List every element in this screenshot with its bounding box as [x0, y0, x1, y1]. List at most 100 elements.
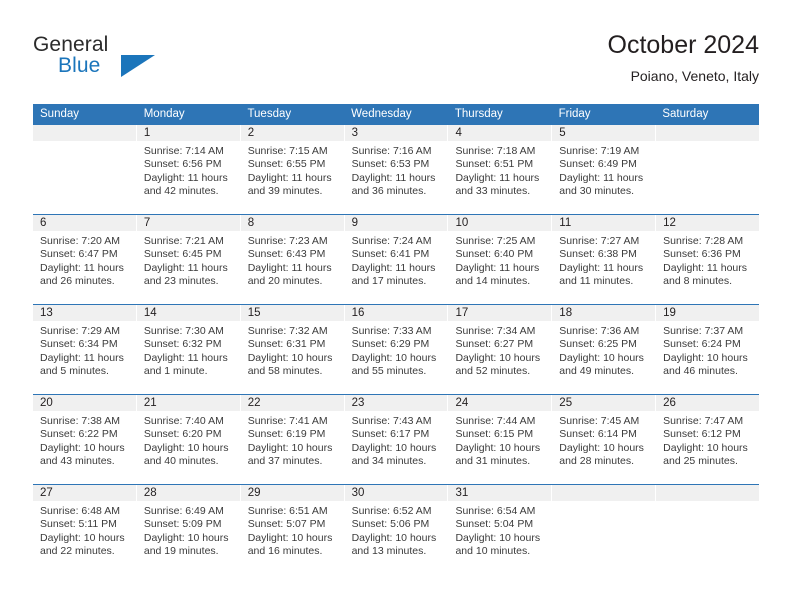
daylight-duration-line1: Daylight: 11 hours: [663, 261, 748, 274]
sunrise-time: Sunrise: 7:38 AM: [40, 415, 120, 427]
day-number: [656, 485, 760, 501]
day-number: 16: [344, 305, 448, 321]
calendar-day-cell[interactable]: 20 Sunrise: 7:38 AM Sunset: 6:22 PM Dayligh…: [33, 395, 137, 484]
daylight-duration-line2: and 13 minutes.: [351, 545, 427, 558]
day-number: 5: [552, 125, 656, 141]
sunset-time: Sunset: 6:27 PM: [455, 338, 534, 351]
sunset-time: Sunset: 6:43 PM: [247, 248, 326, 261]
calendar-day-cell[interactable]: 15 Sunrise: 7:32 AM Sunset: 6:31 PM Dayligh…: [240, 305, 345, 394]
sunrise-time: Sunrise: 7:21 AM: [143, 235, 224, 247]
daylight-duration-line2: and 33 minutes.: [455, 185, 531, 198]
calendar-day-cell-empty: [656, 485, 760, 574]
general-blue-logo[interactable]: General Blue: [33, 33, 155, 85]
page-subtitle: Poiano, Veneto, Italy: [630, 68, 759, 84]
daylight-duration-line1: Daylight: 10 hours: [351, 351, 437, 364]
day-number: 27: [33, 485, 136, 501]
daylight-duration-line2: and 36 minutes.: [351, 185, 427, 198]
day-details: Sunrise: 7:38 AM Sunset: 6:22 PM Daylight:…: [33, 411, 136, 469]
day-details: Sunrise: 7:28 AM Sunset: 6:36 PM Daylight:…: [656, 231, 759, 289]
day-number: 25: [552, 395, 656, 411]
sunset-time: Sunset: 6:36 PM: [663, 248, 741, 261]
sunrise-time: Sunrise: 7:27 AM: [559, 235, 640, 247]
daylight-duration-line1: Daylight: 11 hours: [40, 351, 124, 364]
calendar-day-cell[interactable]: 28 Sunrise: 6:49 AM Sunset: 5:09 PM Dayligh…: [136, 485, 241, 574]
day-details: Sunrise: 7:15 AM Sunset: 6:55 PM Daylight:…: [241, 141, 344, 199]
daylight-duration-line2: and 31 minutes.: [455, 455, 531, 468]
calendar-day-cell[interactable]: 9 Sunrise: 7:24 AM Sunset: 6:41 PM Daylight…: [344, 215, 449, 304]
daylight-duration-line1: Daylight: 11 hours: [455, 171, 540, 184]
day-number: 4: [448, 125, 552, 141]
sunrise-time: Sunrise: 6:54 AM: [455, 505, 536, 517]
calendar-day-cell[interactable]: 2 Sunrise: 7:15 AM Sunset: 6:55 PM Daylight…: [240, 125, 345, 214]
calendar-day-cell[interactable]: 7 Sunrise: 7:21 AM Sunset: 6:45 PM Daylight…: [136, 215, 241, 304]
sunrise-time: Sunrise: 6:49 AM: [143, 505, 224, 517]
day-number: 31: [448, 485, 552, 501]
sunrise-time: Sunrise: 7:36 AM: [559, 325, 640, 337]
calendar-day-cell[interactable]: 1 Sunrise: 7:14 AM Sunset: 6:56 PM Daylight…: [136, 125, 241, 214]
sunrise-time: Sunrise: 7:24 AM: [351, 235, 432, 247]
calendar-day-cell[interactable]: 31 Sunrise: 6:54 AM Sunset: 5:04 PM Dayligh…: [448, 485, 553, 574]
calendar-day-cell[interactable]: 24 Sunrise: 7:44 AM Sunset: 6:15 PM Dayligh…: [448, 395, 553, 484]
calendar-day-cell[interactable]: 25 Sunrise: 7:45 AM Sunset: 6:14 PM Dayligh…: [552, 395, 657, 484]
calendar-day-cell[interactable]: 13 Sunrise: 7:29 AM Sunset: 6:34 PM Dayligh…: [33, 305, 137, 394]
calendar-grid: Sunday Monday Tuesday Wednesday Thursday…: [33, 104, 760, 574]
daylight-duration-line1: Daylight: 10 hours: [351, 441, 437, 454]
daylight-duration-line2: and 25 minutes.: [663, 455, 738, 468]
calendar-day-cell[interactable]: 19 Sunrise: 7:37 AM Sunset: 6:24 PM Dayligh…: [656, 305, 760, 394]
sunrise-time: Sunrise: 7:44 AM: [455, 415, 536, 427]
sunrise-time: Sunrise: 7:15 AM: [247, 145, 328, 157]
calendar-day-cell[interactable]: 21 Sunrise: 7:40 AM Sunset: 6:20 PM Dayligh…: [136, 395, 241, 484]
daylight-duration-line1: Daylight: 11 hours: [351, 171, 436, 184]
daylight-duration-line2: and 16 minutes.: [247, 545, 323, 558]
calendar-day-cell[interactable]: 22 Sunrise: 7:41 AM Sunset: 6:19 PM Dayligh…: [240, 395, 345, 484]
day-details: Sunrise: 7:33 AM Sunset: 6:29 PM Daylight:…: [345, 321, 448, 379]
calendar-day-cell[interactable]: 23 Sunrise: 7:43 AM Sunset: 6:17 PM Dayligh…: [344, 395, 449, 484]
calendar-day-cell[interactable]: 6 Sunrise: 7:20 AM Sunset: 6:47 PM Daylight…: [33, 215, 137, 304]
calendar-day-cell-empty: [552, 485, 657, 574]
daylight-duration-line2: and 5 minutes.: [40, 365, 109, 378]
calendar-day-cell[interactable]: 4 Sunrise: 7:18 AM Sunset: 6:51 PM Daylight…: [448, 125, 553, 214]
calendar-day-cell[interactable]: 16 Sunrise: 7:33 AM Sunset: 6:29 PM Dayligh…: [344, 305, 449, 394]
calendar-page: General Blue October 2024 Poiano, Veneto…: [0, 0, 792, 612]
title-block: October 2024 Poiano, Veneto, Italy: [608, 30, 760, 86]
daylight-duration-line2: and 22 minutes.: [40, 545, 115, 558]
sunrise-time: Sunrise: 7:43 AM: [351, 415, 432, 427]
daylight-duration-line1: Daylight: 10 hours: [559, 441, 644, 454]
day-details: Sunrise: 7:19 AM Sunset: 6:49 PM Daylight:…: [552, 141, 655, 199]
calendar-day-cell[interactable]: 17 Sunrise: 7:34 AM Sunset: 6:27 PM Dayligh…: [448, 305, 553, 394]
calendar-day-cell[interactable]: 12 Sunrise: 7:28 AM Sunset: 6:36 PM Dayligh…: [656, 215, 760, 304]
day-number: 1: [136, 125, 240, 141]
daylight-duration-line1: Daylight: 10 hours: [247, 351, 333, 364]
daylight-duration-line2: and 52 minutes.: [455, 365, 531, 378]
daylight-duration-line1: Daylight: 10 hours: [143, 531, 229, 544]
day-number: [656, 125, 760, 141]
calendar-day-cell[interactable]: 11 Sunrise: 7:27 AM Sunset: 6:38 PM Dayligh…: [552, 215, 657, 304]
day-details: Sunrise: 7:34 AM Sunset: 6:27 PM Daylight:…: [448, 321, 551, 379]
sunset-time: Sunset: 5:11 PM: [40, 518, 117, 531]
calendar-day-cell[interactable]: 29 Sunrise: 6:51 AM Sunset: 5:07 PM Dayligh…: [240, 485, 345, 574]
daylight-duration-line2: and 39 minutes.: [247, 185, 323, 198]
sunset-time: Sunset: 6:19 PM: [247, 428, 326, 441]
calendar-day-cell[interactable]: 26 Sunrise: 7:47 AM Sunset: 6:12 PM Dayligh…: [656, 395, 760, 484]
daylight-duration-line1: Daylight: 10 hours: [247, 441, 333, 454]
calendar-day-cell[interactable]: 27 Sunrise: 6:48 AM Sunset: 5:11 PM Dayligh…: [33, 485, 137, 574]
day-number: 9: [344, 215, 448, 231]
daylight-duration-line2: and 1 minute.: [143, 365, 208, 378]
day-details: Sunrise: 6:49 AM Sunset: 5:09 PM Daylight:…: [137, 501, 240, 559]
calendar-day-cell[interactable]: 30 Sunrise: 6:52 AM Sunset: 5:06 PM Dayligh…: [344, 485, 449, 574]
day-number: 2: [240, 125, 344, 141]
day-details: Sunrise: 7:40 AM Sunset: 6:20 PM Daylight:…: [137, 411, 240, 469]
sunset-time: Sunset: 6:51 PM: [455, 158, 534, 171]
calendar-day-cell[interactable]: 18 Sunrise: 7:36 AM Sunset: 6:25 PM Dayligh…: [552, 305, 657, 394]
calendar-day-cell[interactable]: 3 Sunrise: 7:16 AM Sunset: 6:53 PM Daylight…: [344, 125, 449, 214]
calendar-day-cell[interactable]: 10 Sunrise: 7:25 AM Sunset: 6:40 PM Dayligh…: [448, 215, 553, 304]
calendar-day-cell[interactable]: 14 Sunrise: 7:30 AM Sunset: 6:32 PM Dayligh…: [136, 305, 241, 394]
sunset-time: Sunset: 5:04 PM: [455, 518, 534, 531]
daylight-duration-line1: Daylight: 11 hours: [351, 261, 436, 274]
sunrise-time: Sunrise: 7:47 AM: [663, 415, 744, 427]
daylight-duration-line2: and 49 minutes.: [559, 365, 635, 378]
daylight-duration-line2: and 42 minutes.: [143, 185, 219, 198]
calendar-day-cell[interactable]: 5 Sunrise: 7:19 AM Sunset: 6:49 PM Daylight…: [552, 125, 657, 214]
day-details: Sunrise: 7:20 AM Sunset: 6:47 PM Daylight:…: [33, 231, 136, 289]
calendar-day-cell[interactable]: 8 Sunrise: 7:23 AM Sunset: 6:43 PM Daylight…: [240, 215, 345, 304]
